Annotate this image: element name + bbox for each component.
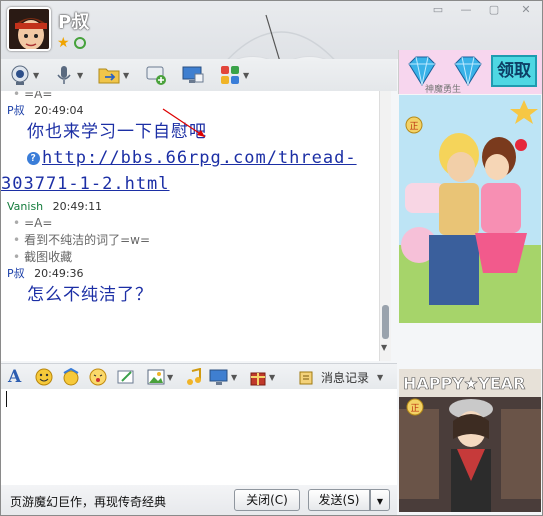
chat-scrollbar[interactable]: ▼ — [379, 91, 391, 361]
magic-face-icon — [63, 368, 79, 386]
send-options-button[interactable]: ▼ — [370, 489, 390, 511]
red-arrow-annotation — [162, 108, 206, 138]
folder-icon — [98, 68, 120, 84]
gift-box-icon — [250, 372, 266, 386]
message-add-icon — [146, 66, 166, 85]
chevron-down-icon: ▼ — [376, 497, 384, 506]
image-button[interactable]: ▼ — [147, 368, 173, 386]
gift-button[interactable]: ▼ — [249, 368, 275, 386]
text-cursor — [6, 391, 7, 407]
sender-name: P叔 — [7, 104, 25, 117]
magic-emoji-button[interactable] — [61, 368, 81, 386]
smiley-icon — [35, 368, 53, 386]
minimize-icon[interactable]: — — [457, 3, 475, 17]
star-icon: ★ — [57, 35, 70, 51]
picture-icon — [147, 369, 165, 385]
send-file-button[interactable]: ▼ — [97, 63, 129, 87]
svg-text:正: 正 — [410, 404, 419, 414]
close-icon[interactable]: ✕ — [517, 3, 535, 17]
webcam-icon — [11, 65, 29, 85]
claim-button[interactable]: 领取 — [491, 55, 537, 87]
close-button[interactable]: 关闭(C) — [234, 489, 300, 511]
message-header: P叔 20:49:36 — [7, 266, 379, 282]
chevron-down-icon: ▼ — [167, 372, 174, 382]
apps-button[interactable]: ▼ — [219, 63, 249, 87]
chevron-down-icon: ▼ — [33, 70, 40, 80]
history-label: 消息记录 — [321, 371, 370, 385]
promo-banner[interactable]: 神魔勇生 领取 — [398, 50, 542, 95]
microphone-icon — [57, 66, 71, 84]
emoji-button[interactable] — [35, 368, 53, 386]
apps-grid-icon — [221, 66, 239, 84]
pen-pad-icon — [117, 370, 134, 384]
chat-window: P叔 ★ ▭ — ▢ ✕ ▼ ▼ ▼ ▼ 神魔勇生 领取 正 HAPPY★YEA… — [0, 0, 543, 516]
online-status-icon — [74, 37, 86, 49]
message-line: • =A= — [13, 216, 53, 230]
sender-name: P叔 — [7, 267, 25, 280]
link-text[interactable]: http://bbs.66rpg.com/thread- — [42, 148, 357, 168]
sender-name: Vanish — [7, 200, 44, 213]
remote-desktop-button[interactable] — [181, 63, 205, 87]
message-input[interactable] — [1, 389, 397, 485]
avatar-show-image[interactable]: HAPPY★YEAR 正 — [399, 369, 541, 512]
screenshot-button[interactable]: ▼ — [209, 368, 237, 386]
font-icon: A — [8, 367, 22, 387]
chevron-down-icon: ▼ — [77, 70, 84, 80]
history-icon — [299, 371, 313, 384]
message-text: 怎么不纯洁了？ — [27, 285, 153, 305]
promo-label: 神魔勇生 — [425, 85, 462, 95]
chat-history[interactable]: • =A= P叔 20:49:04 你也来学习一下自慰吧 ? http://bbs.… — [1, 91, 379, 361]
sms-button[interactable] — [145, 63, 167, 87]
message-time: 20:49:04 — [34, 104, 84, 117]
message-line: • 看到不纯洁的词了=w= — [13, 233, 151, 247]
send-button[interactable]: 发送(S) — [308, 489, 370, 511]
message-line: • 截图收藏 — [13, 250, 73, 264]
message-link-continued[interactable]: 303771-1-2.html — [1, 171, 379, 197]
music-note-icon — [187, 368, 201, 385]
link-text[interactable]: 303771-1-2.html — [1, 174, 170, 194]
skin-icon[interactable]: ▭ — [429, 3, 447, 17]
contact-nickname: P叔 — [58, 12, 90, 33]
svg-text:正: 正 — [409, 122, 418, 132]
voice-call-button[interactable]: ▼ — [53, 63, 83, 87]
input-toolbar: A ▼ ▼ ▼ 消息记录 ▼ — [1, 363, 397, 389]
font-button[interactable]: A — [8, 367, 22, 387]
chat-toolbar: ▼ ▼ ▼ ▼ — [1, 59, 397, 91]
monitor-icon — [182, 66, 204, 83]
scrollbar-thumb[interactable] — [382, 305, 389, 339]
chevron-down-icon: ▼ — [231, 372, 238, 382]
partial-line: • =A= — [13, 91, 53, 101]
link-icon: ? — [27, 151, 40, 165]
maximize-icon[interactable]: ▢ — [485, 3, 503, 17]
scroll-to-bottom-icon[interactable]: ▼ — [381, 343, 387, 352]
message-time: 20:49:36 — [34, 267, 84, 280]
message-header: Vanish 20:49:11 — [7, 199, 379, 215]
nudge-button[interactable] — [89, 368, 107, 386]
handwriting-button[interactable] — [117, 368, 135, 386]
message-time: 20:49:11 — [52, 200, 103, 213]
chevron-down-icon: ▼ — [243, 70, 250, 80]
chevron-down-icon: ▼ — [123, 70, 130, 80]
footer-bar: 页游魔幻巨作，再现传奇经典 关闭(C) 发送(S) ▼ — [1, 485, 397, 515]
message-history-button[interactable]: 消息记录 ▼ — [299, 369, 383, 386]
svg-text:HAPPY★YEAR: HAPPY★YEAR — [403, 374, 525, 393]
music-button[interactable] — [185, 368, 203, 386]
ad-link[interactable]: 页游魔幻巨作，再现传奇经典 — [10, 493, 166, 510]
chevron-down-icon: ▼ — [269, 372, 276, 382]
message-link[interactable]: ? http://bbs.66rpg.com/thread- — [27, 145, 379, 171]
video-call-button[interactable]: ▼ — [9, 63, 39, 87]
couple-show-image[interactable]: 正 — [399, 95, 541, 323]
avatar[interactable] — [7, 7, 51, 51]
chevron-down-icon: ▼ — [377, 373, 384, 382]
shake-face-icon — [89, 368, 107, 386]
screen-capture-icon — [209, 369, 228, 385]
